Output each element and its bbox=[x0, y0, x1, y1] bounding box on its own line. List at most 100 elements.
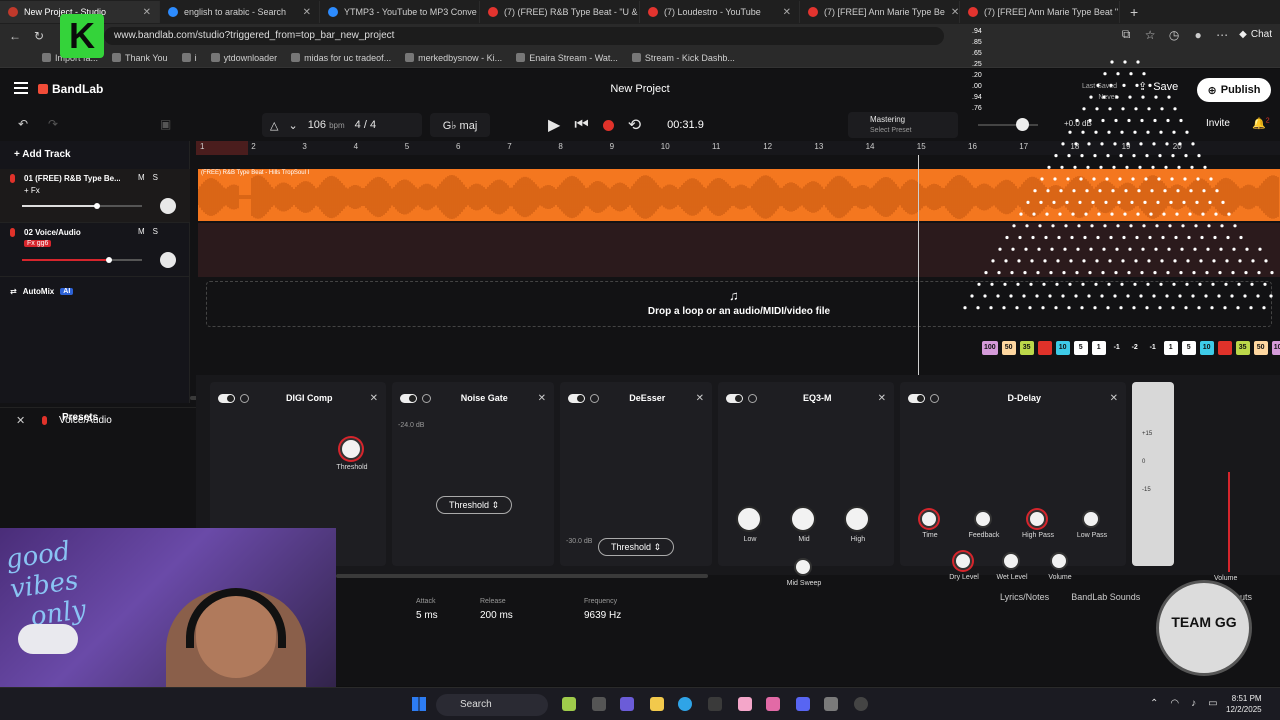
close-icon[interactable]: ✕ bbox=[538, 393, 546, 404]
empty-track-lane[interactable] bbox=[198, 223, 1280, 277]
app-icon[interactable] bbox=[738, 697, 752, 711]
back-icon[interactable]: ← bbox=[8, 29, 22, 43]
key-selector[interactable]: G♭ maj bbox=[430, 113, 490, 137]
bell-icon[interactable]: 🔔2 bbox=[1252, 117, 1270, 130]
enable-toggle[interactable] bbox=[400, 393, 417, 403]
new-tab-button[interactable]: + bbox=[1120, 4, 1148, 20]
loop-icon[interactable]: ⟲ bbox=[628, 115, 641, 135]
presets-label[interactable]: Presets bbox=[62, 412, 98, 423]
bookmark-item[interactable]: merkedbysnow - Ki... bbox=[405, 53, 502, 63]
feedback-knob[interactable] bbox=[974, 510, 992, 528]
task-view-icon[interactable] bbox=[592, 697, 606, 711]
solo-button[interactable]: S bbox=[153, 227, 158, 236]
chevron-down-icon[interactable]: ⌄ bbox=[288, 119, 297, 132]
track-row[interactable]: 02 Voice/Audio Fx gg6 MS bbox=[0, 223, 190, 277]
fader-handle[interactable] bbox=[94, 203, 100, 209]
frequency-value[interactable]: 9639 Hz bbox=[584, 610, 621, 621]
play-icon[interactable]: ▶ bbox=[548, 115, 560, 135]
high-pass-knob[interactable] bbox=[1028, 510, 1046, 528]
enable-toggle[interactable] bbox=[726, 393, 743, 403]
file-explorer-icon[interactable] bbox=[650, 697, 664, 711]
gate-threshold-select[interactable]: Threshold ⇕ bbox=[436, 496, 513, 514]
close-icon[interactable]: ✕ bbox=[951, 7, 959, 18]
automix-toggle[interactable]: ⇄ AutoMix AI bbox=[10, 287, 74, 296]
threshold-knob[interactable] bbox=[340, 438, 362, 460]
history-icon[interactable]: ◷ bbox=[1167, 28, 1181, 42]
tab-search[interactable]: english to arabic - Search ✕ bbox=[160, 1, 320, 23]
mid-knob[interactable] bbox=[790, 506, 816, 532]
track-volume-fader[interactable] bbox=[22, 203, 142, 209]
bookmark-item[interactable]: ytdownloader bbox=[210, 53, 277, 63]
track-volume-fader[interactable] bbox=[22, 257, 142, 263]
wet-level-knob[interactable] bbox=[1002, 552, 1020, 570]
time-signature[interactable]: 4 / 4 bbox=[355, 119, 376, 131]
close-icon[interactable]: ✕ bbox=[1110, 393, 1118, 404]
settings-icon[interactable] bbox=[824, 697, 838, 711]
deesser-threshold-select[interactable]: Threshold ⇕ bbox=[598, 538, 675, 556]
profile-icon[interactable]: ● bbox=[1191, 28, 1205, 42]
bookmark-item[interactable]: Thank You bbox=[112, 53, 168, 63]
fx-rack-scrollbar[interactable] bbox=[336, 574, 708, 578]
tab-ann-marie-2[interactable]: (7) [FREE] Ann Marie Type Beat "✕ bbox=[960, 1, 1120, 23]
mute-button[interactable]: M bbox=[138, 173, 145, 182]
enable-toggle[interactable] bbox=[908, 393, 925, 403]
dry-level-knob[interactable] bbox=[954, 552, 972, 570]
release-value[interactable]: 200 ms bbox=[480, 610, 513, 621]
metronome-icon[interactable]: △ bbox=[270, 119, 278, 132]
playhead[interactable] bbox=[918, 155, 919, 403]
close-icon[interactable]: ✕ bbox=[370, 393, 378, 404]
enable-toggle[interactable] bbox=[218, 393, 235, 403]
master-volume-handle[interactable] bbox=[1016, 118, 1029, 131]
teams-icon[interactable] bbox=[620, 697, 634, 711]
wifi-icon[interactable]: ◠ bbox=[1170, 698, 1179, 709]
invite-button[interactable]: Invite bbox=[1206, 118, 1230, 129]
info-icon[interactable] bbox=[930, 393, 939, 403]
track-name[interactable]: 02 Voice/Audio bbox=[24, 228, 120, 237]
chevron-up-icon[interactable]: ⌃ bbox=[1150, 698, 1158, 709]
master-volume-slider[interactable] bbox=[978, 124, 1038, 126]
delay-volume-knob[interactable] bbox=[1050, 552, 1068, 570]
taskbar-search[interactable]: Search bbox=[436, 694, 548, 716]
bookmark-item[interactable]: midas for uc tradeof... bbox=[291, 53, 391, 63]
copilot-icon[interactable] bbox=[766, 697, 780, 711]
track-row[interactable]: 01 (FREE) R&B Type Be... + Fx MS bbox=[0, 169, 190, 223]
time-knob[interactable] bbox=[920, 510, 938, 528]
save-button[interactable]: ⇪ Save bbox=[1138, 80, 1178, 94]
tempo-value[interactable]: 106 bpm bbox=[308, 119, 345, 131]
mid-sweep-knob[interactable] bbox=[794, 558, 812, 576]
tab-ann-marie-1[interactable]: (7) [FREE] Ann Marie Type Be ✕ bbox=[800, 1, 960, 23]
attack-value[interactable]: 5 ms bbox=[416, 610, 438, 621]
taskbar-clock[interactable]: 8:51 PM 12/2/2025 bbox=[1226, 693, 1262, 715]
info-icon[interactable] bbox=[748, 393, 757, 403]
close-icon[interactable]: ✕ bbox=[696, 393, 704, 404]
high-knob[interactable] bbox=[844, 506, 870, 532]
battery-icon[interactable]: ▭ bbox=[1208, 698, 1217, 709]
mastering-button[interactable]: Mastering Select Preset bbox=[848, 112, 958, 138]
lyrics-notes-button[interactable]: Lyrics/Notes bbox=[1000, 592, 1049, 602]
add-fx-button[interactable]: + Fx bbox=[24, 186, 40, 195]
obs-icon[interactable] bbox=[854, 697, 868, 711]
pan-knob[interactable] bbox=[160, 198, 176, 214]
url-field[interactable]: www.bandlab.com/studio?triggered_from=to… bbox=[104, 27, 944, 45]
reload-icon[interactable]: ↻ bbox=[32, 29, 46, 43]
solo-button[interactable]: S bbox=[153, 173, 158, 182]
record-icon[interactable] bbox=[602, 119, 614, 131]
menu-dots-icon[interactable]: ⋯ bbox=[1215, 28, 1229, 42]
info-icon[interactable] bbox=[422, 393, 431, 403]
skip-back-icon[interactable]: ⏮ bbox=[574, 116, 588, 134]
speaker-icon[interactable]: ♪ bbox=[1191, 698, 1196, 709]
undo-icon[interactable]: ↶ bbox=[18, 117, 28, 131]
windows-start-icon[interactable] bbox=[412, 697, 426, 711]
add-track-button[interactable]: + Add Track bbox=[14, 149, 71, 160]
publish-button[interactable]: ⊕ Publish bbox=[1197, 78, 1271, 102]
info-icon[interactable] bbox=[590, 393, 599, 403]
output-volume-fader[interactable] bbox=[1228, 472, 1230, 572]
close-icon[interactable]: ✕ bbox=[783, 7, 791, 18]
drop-zone[interactable]: ♫ Drop a loop or an audio/MIDI/video fil… bbox=[206, 281, 1272, 327]
pan-knob[interactable] bbox=[160, 252, 176, 268]
tab-ytmp3[interactable]: YTMP3 - YouTube to MP3 Conve✕ bbox=[320, 1, 480, 23]
favorites-icon[interactable]: ☆ bbox=[1143, 28, 1157, 42]
bandlab-sounds-button[interactable]: BandLab Sounds bbox=[1071, 592, 1140, 602]
enable-toggle[interactable] bbox=[568, 393, 585, 403]
discord-icon[interactable] bbox=[796, 697, 810, 711]
